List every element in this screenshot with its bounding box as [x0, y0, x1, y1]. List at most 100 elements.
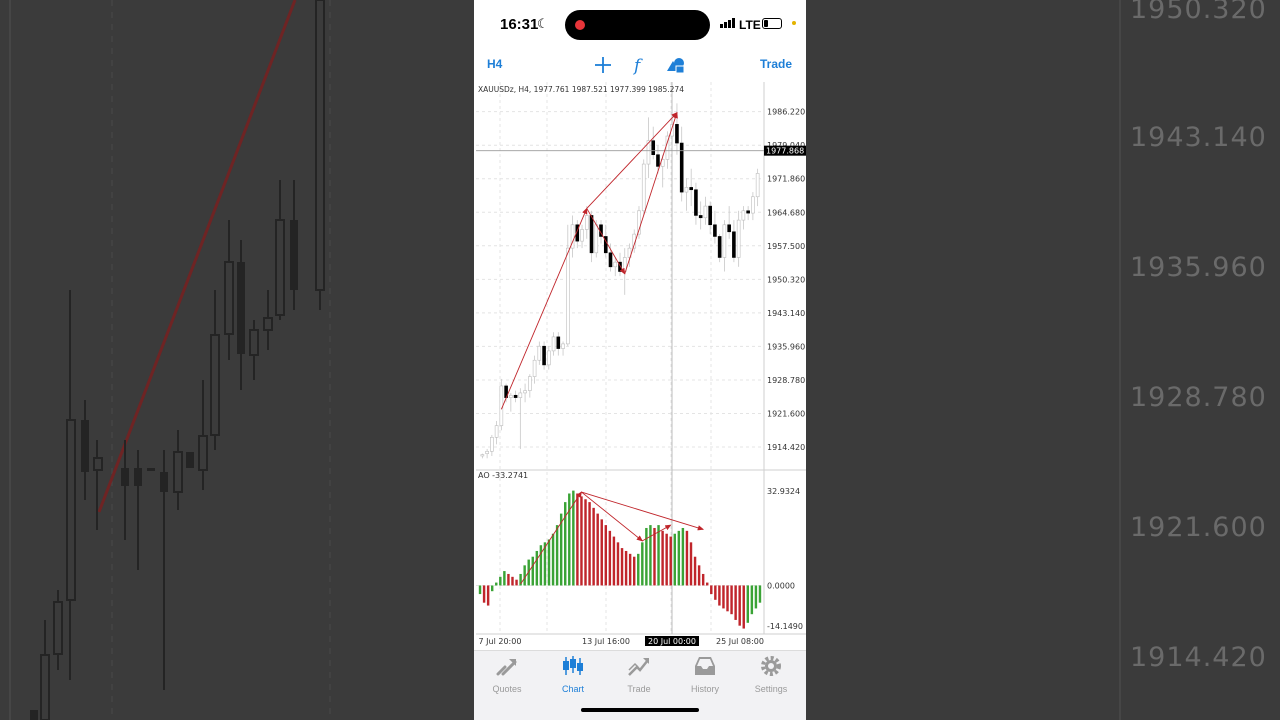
tab-quotes[interactable]: Quotes	[474, 655, 540, 694]
candle-body	[490, 437, 494, 452]
candle-body	[589, 215, 594, 254]
background-tick-label: 1921.600	[1130, 512, 1267, 543]
indicator-bar	[632, 556, 636, 586]
indicator-bar	[685, 530, 689, 586]
history-icon	[695, 657, 715, 675]
indicator-bar	[689, 542, 693, 586]
indicator-y-tick: 0.0000	[767, 581, 795, 590]
indicator-bar	[734, 585, 737, 620]
moon-icon: ☾	[537, 16, 549, 31]
quotes-icon	[496, 659, 517, 676]
indicator-bar	[628, 553, 632, 586]
indicator-bar	[584, 499, 587, 586]
indicator-bar	[697, 565, 701, 586]
candle-body	[523, 390, 527, 394]
candle-body	[547, 350, 551, 366]
indicator-bar	[547, 539, 551, 586]
y-tick-label: 1950.320	[767, 275, 805, 284]
tab-trade[interactable]: Trade	[606, 655, 672, 694]
indicator-bar	[637, 553, 640, 586]
x-tick-label: 13 Jul 16:00	[582, 637, 630, 646]
shapes-icon[interactable]	[665, 55, 687, 75]
indicator-bar	[718, 585, 721, 606]
candle-body	[722, 224, 727, 258]
battery-icon	[762, 18, 782, 29]
indicator-bar	[539, 545, 543, 586]
trade-icon	[628, 658, 649, 676]
candle-body	[580, 229, 584, 242]
candle-body	[513, 394, 518, 398]
indicator-bar	[523, 565, 526, 586]
timeframe-button[interactable]: H4	[487, 57, 502, 71]
candle-body	[755, 173, 760, 198]
candle-body	[746, 210, 750, 214]
candle-body	[551, 336, 556, 352]
indicator-bar	[592, 507, 595, 586]
indicator-bar	[551, 533, 555, 586]
x-tick-label: 25 Jul 08:00	[716, 637, 764, 646]
background-tick-label: 1950.320	[1130, 0, 1267, 25]
indicator-y-tick: -14.1490	[767, 622, 803, 631]
status-time: 16:31	[500, 16, 539, 33]
candle-body	[608, 252, 613, 268]
x-tick-label: 7 Jul 20:00	[479, 637, 522, 646]
tab-label: Trade	[627, 684, 651, 694]
tab-settings[interactable]: Settings	[738, 655, 804, 694]
home-indicator	[581, 708, 699, 712]
candle-body	[542, 345, 546, 366]
indicator-bar	[486, 585, 490, 606]
chart-area[interactable]: 1986.2201979.0401971.8601964.6801957.500…	[474, 82, 806, 650]
indicator-bar	[746, 585, 750, 623]
candle-body	[698, 215, 703, 219]
indicator-bar	[750, 585, 754, 615]
indicator-bar	[681, 527, 685, 586]
background-tick-label: 1928.780	[1130, 382, 1267, 413]
indicator-bar	[600, 519, 603, 586]
indicator-title: AO -33.2741	[478, 471, 528, 480]
indicator-bar	[661, 530, 664, 586]
candle-body	[518, 392, 523, 398]
y-tick-label: 1964.680	[767, 208, 805, 217]
tab-label: Quotes	[492, 684, 522, 694]
candle-body	[584, 215, 589, 230]
indicator-bar	[482, 585, 486, 603]
candle-body	[561, 343, 565, 349]
indicator-bar	[742, 585, 745, 629]
indicator-bar	[568, 493, 571, 586]
indicator-bar	[673, 533, 676, 586]
candle-body	[494, 425, 499, 438]
signal-icon	[720, 18, 735, 28]
indicator-bar	[608, 530, 612, 586]
y-tick-label: 1914.420	[767, 443, 805, 452]
candle-body	[532, 359, 537, 377]
trade-button[interactable]: Trade	[760, 57, 792, 71]
candle-body	[727, 224, 731, 233]
tab-chart[interactable]: Chart	[540, 655, 606, 694]
candle-body	[480, 454, 485, 457]
candle-body	[675, 124, 679, 144]
candle-body	[485, 451, 489, 454]
candle-body	[708, 205, 712, 226]
tab-history[interactable]: History	[672, 655, 738, 694]
indicator-bar	[726, 585, 729, 612]
indicator-bar	[535, 550, 539, 586]
background-tick-label: 1943.140	[1130, 122, 1267, 153]
indicator-bar	[555, 525, 559, 586]
indicator-bar	[499, 576, 502, 586]
indicator-bar	[677, 530, 681, 586]
candle-body	[656, 154, 660, 167]
indicator-bar	[576, 493, 579, 586]
candle-body	[537, 345, 542, 361]
y-tick-label: 1971.860	[767, 175, 805, 184]
candle-body	[703, 205, 708, 219]
indicator-bar	[604, 525, 608, 586]
indicator-bar	[645, 527, 648, 586]
indicator-bar	[616, 542, 620, 586]
function-icon[interactable]: f	[630, 55, 650, 75]
candle-body	[556, 336, 561, 349]
indicator-bar	[478, 585, 482, 595]
candle-body	[613, 261, 618, 268]
crosshair-icon[interactable]	[593, 55, 613, 75]
indicator-bar	[706, 582, 709, 586]
candle-body	[736, 219, 741, 258]
